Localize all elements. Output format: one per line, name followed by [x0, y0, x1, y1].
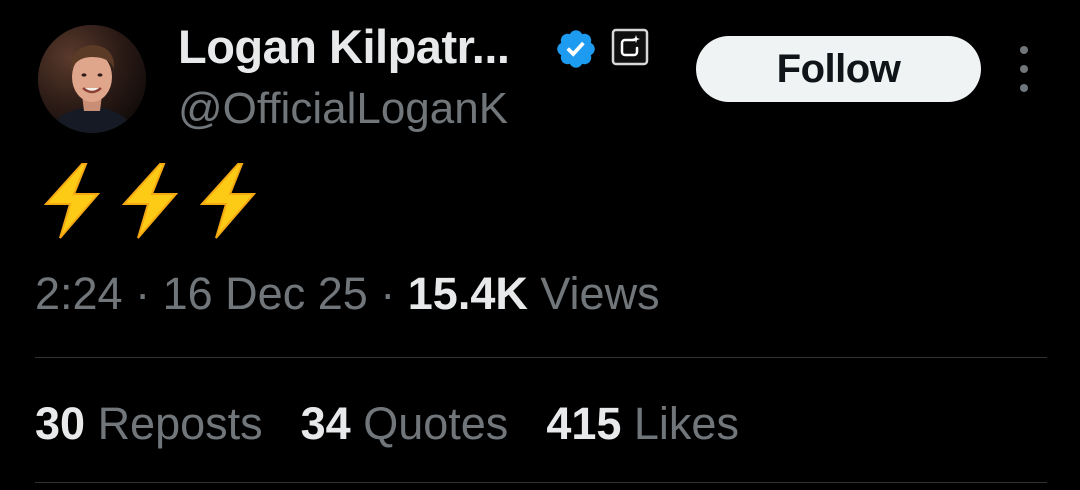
follow-button[interactable]: Follow — [696, 36, 981, 102]
likes-label: Likes — [633, 398, 739, 449]
tweet-meta: 2:24 · 16 Dec 25 · 15.4K Views — [35, 266, 660, 322]
author-display-name[interactable]: Logan Kilpatr... — [178, 18, 510, 76]
quotes-stat[interactable]: 34 Quotes — [301, 396, 509, 452]
meta-separator: · — [135, 268, 163, 319]
lightning-bolt-icon — [199, 163, 257, 239]
avatar-image — [38, 25, 146, 133]
lightning-bolt-icon — [121, 163, 179, 239]
views-count: 15.4K — [407, 268, 541, 319]
reposts-count: 30 — [35, 398, 98, 449]
tweet-date[interactable]: 16 Dec 25 — [163, 268, 368, 319]
author-handle[interactable]: @OfficialLoganK — [178, 82, 508, 136]
more-dot — [1020, 46, 1028, 54]
quotes-count: 34 — [300, 398, 364, 449]
likes-stat[interactable]: 415 Likes — [546, 396, 739, 452]
tweet-time[interactable]: 2:24 — [35, 268, 123, 319]
avatar[interactable] — [38, 25, 146, 133]
verified-badge-icon[interactable] — [554, 27, 598, 71]
affiliate-badge-icon[interactable] — [610, 27, 650, 67]
views-label: Views — [540, 268, 660, 319]
engagement-stats: 30 Reposts 34 Quotes 415 Likes — [35, 396, 777, 452]
tweet-text — [36, 162, 264, 244]
more-dot — [1020, 65, 1028, 73]
more-dot — [1020, 84, 1028, 92]
meta-separator: · — [380, 268, 408, 319]
likes-count: 415 — [546, 398, 634, 449]
reposts-label: Reposts — [97, 398, 263, 449]
lightning-bolt-icon — [43, 163, 101, 239]
divider — [35, 357, 1047, 358]
reposts-stat[interactable]: 30 Reposts — [35, 396, 263, 452]
quotes-label: Quotes — [363, 398, 509, 449]
divider — [35, 482, 1047, 483]
more-options-icon[interactable] — [1010, 46, 1038, 92]
